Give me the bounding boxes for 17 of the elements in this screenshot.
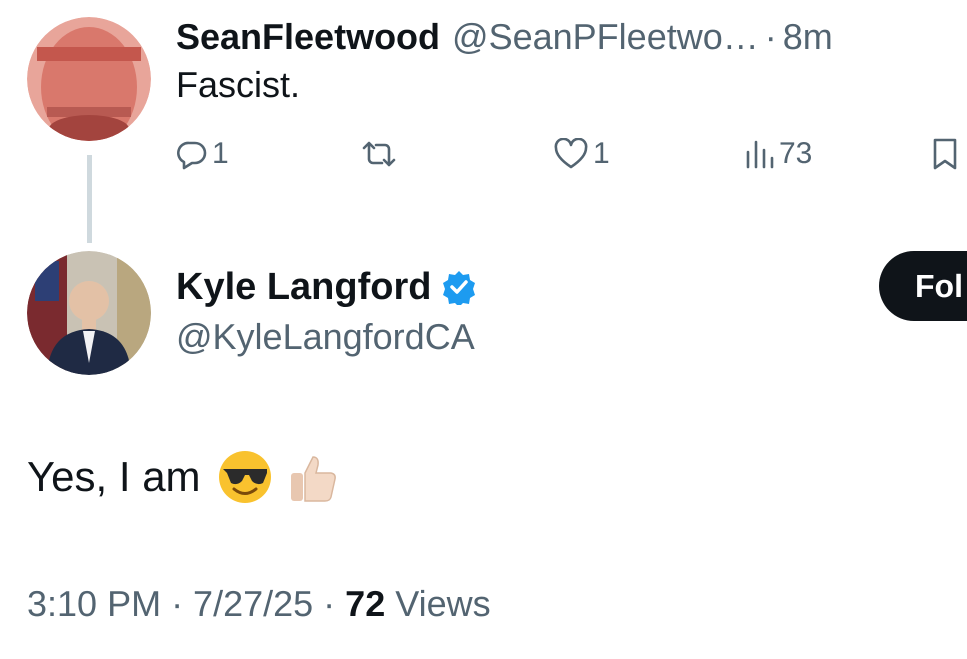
author-name[interactable]: SeanFleetwood	[176, 17, 440, 57]
follow-button[interactable]: Fol	[879, 251, 967, 321]
separator: ·	[764, 17, 777, 57]
tweet-text: Yes, I am	[27, 452, 201, 502]
sunglasses-face-icon	[216, 449, 273, 505]
action-count: 1	[593, 136, 610, 172]
action-count: 1	[212, 136, 229, 172]
timestamp[interactable]: 8m	[782, 17, 833, 57]
reply-text: Fascist.	[176, 63, 302, 107]
heart-icon[interactable]	[553, 138, 589, 170]
author-name[interactable]: Kyle Langford	[176, 265, 432, 309]
tweet-meta: 3:10 PM · 7/27/25 · 72 Views	[26, 582, 492, 626]
views-icon[interactable]	[745, 138, 775, 170]
author-handle[interactable]: @KyleLangfordCA	[176, 315, 879, 359]
bookmark-icon[interactable]	[931, 136, 959, 170]
author-handle[interactable]: @SeanPFleetwo…	[452, 17, 759, 57]
action-count: 73	[779, 136, 812, 172]
